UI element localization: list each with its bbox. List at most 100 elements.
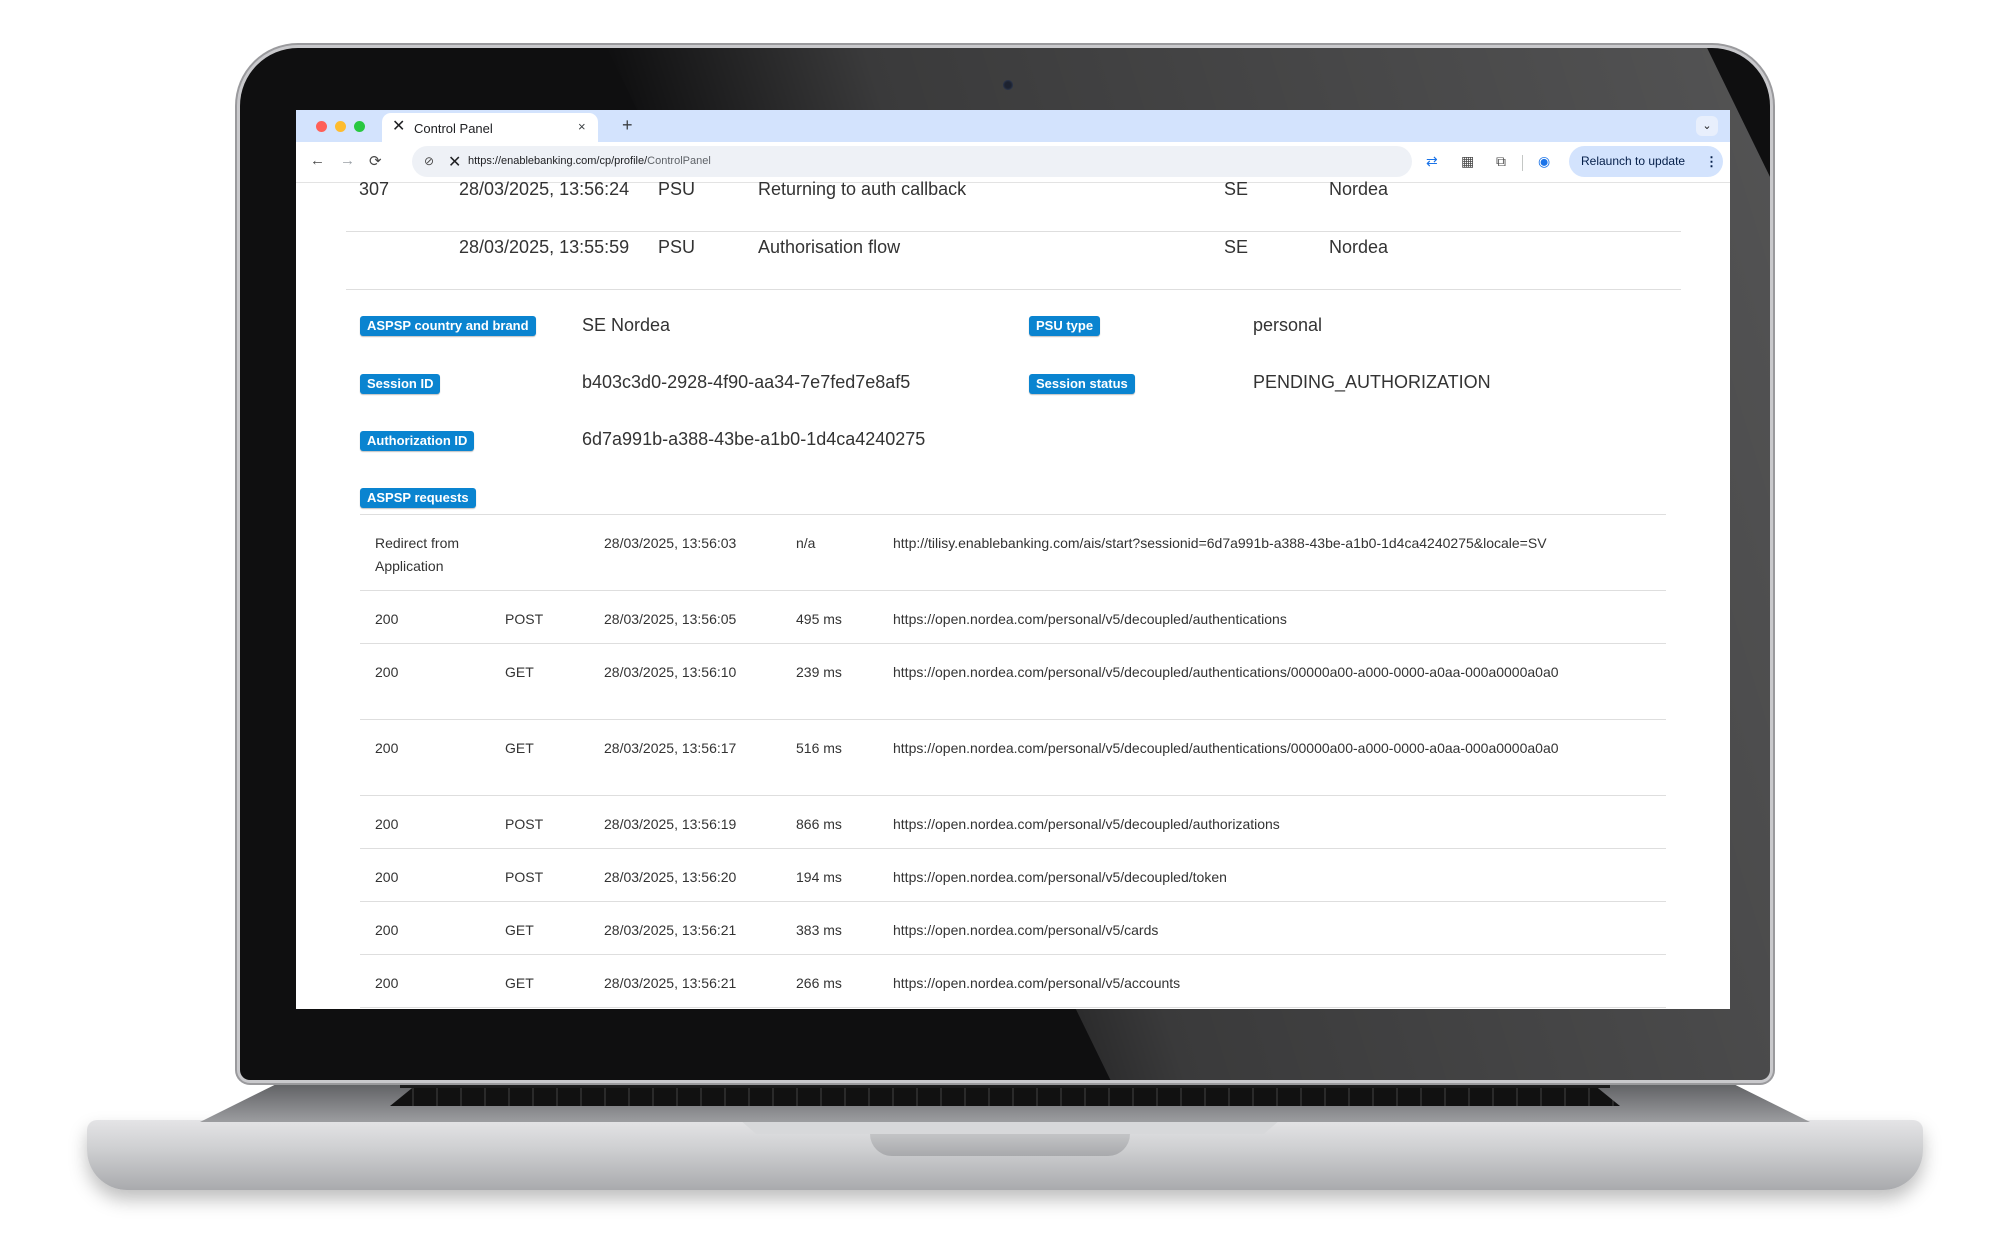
request-duration: 194 ms [796, 869, 842, 885]
laptop-lid-notch [870, 1134, 1130, 1156]
back-arrow-icon[interactable]: ← [310, 152, 325, 169]
table-row[interactable]: 200 GET 28/03/2025, 13:56:10 239 ms http… [360, 644, 1666, 720]
table-row[interactable]: 200 GET 28/03/2025, 13:56:21 383 ms http… [360, 902, 1666, 955]
event-log-row[interactable]: 28/03/2025, 13:55:59 PSU Authorisation f… [346, 231, 1681, 290]
request-method: GET [505, 975, 534, 991]
request-method: GET [505, 922, 534, 938]
request-url: https://open.nordea.com/personal/v5/card… [893, 922, 1159, 938]
request-status: Redirect from Application [375, 535, 460, 574]
laptop-scene: ✕ Control Panel × + ⌄ ← → ⟳ ⊘ ✕ https://… [0, 0, 1999, 1235]
event-time: 28/03/2025, 13:55:59 [459, 237, 630, 257]
close-tab-icon[interactable]: × [578, 119, 586, 134]
request-status: 200 [375, 869, 399, 885]
session-status-label: Session status [1029, 374, 1135, 394]
psu-type-value: personal [1253, 315, 1323, 335]
event-actor: PSU [658, 179, 696, 199]
request-url: http://tilisy.enablebanking.com/ais/star… [893, 535, 1547, 551]
extensions-puzzle-icon[interactable]: ⧉ [1496, 153, 1506, 170]
authorization-id-label: Authorization ID [360, 431, 475, 451]
aspsp-country-brand-value: SE Nordea [582, 315, 671, 335]
profile-avatar-icon[interactable]: ◉ [1538, 153, 1550, 170]
request-status: 200 [375, 740, 399, 756]
request-url: https://open.nordea.com/personal/v5/deco… [893, 611, 1287, 627]
table-row[interactable]: 200 POST 28/03/2025, 13:56:20 194 ms htt… [360, 849, 1666, 902]
new-tab-button[interactable]: + [622, 115, 633, 136]
request-duration: 383 ms [796, 922, 842, 938]
request-status: 200 [375, 611, 399, 627]
request-time: 28/03/2025, 13:56:03 [604, 535, 737, 551]
event-actor: PSU [658, 237, 696, 257]
request-time: 28/03/2025, 13:56:10 [604, 664, 737, 680]
request-time: 28/03/2025, 13:56:17 [604, 740, 737, 756]
request-duration: 866 ms [796, 816, 842, 832]
tab-title: Control Panel [414, 121, 493, 136]
table-row[interactable]: 200 POST 28/03/2025, 13:56:19 866 ms htt… [360, 796, 1666, 849]
event-country: SE [1224, 237, 1249, 257]
request-status: 200 [375, 664, 399, 680]
request-method: POST [505, 869, 544, 885]
aspsp-country-brand-label: ASPSP country and brand [360, 316, 536, 336]
request-duration: 495 ms [796, 611, 842, 627]
event-description: Returning to auth callback [758, 179, 967, 199]
session-id-value: b403c3d0-2928-4f90-aa34-7e7fed7e8af5 [582, 372, 911, 392]
minimize-window-button[interactable] [335, 121, 346, 132]
event-code: 307 [359, 179, 390, 199]
site-info-icon[interactable]: ⊘ [424, 154, 438, 168]
table-row[interactable]: Redirect from Application 28/03/2025, 13… [360, 515, 1666, 591]
translate-icon[interactable]: ⇄ [1426, 153, 1438, 170]
request-url: https://open.nordea.com/personal/v5/deco… [893, 869, 1227, 885]
toolbar-divider [1522, 155, 1523, 171]
request-method: POST [505, 816, 544, 832]
request-url: https://open.nordea.com/personal/v5/deco… [893, 664, 1559, 680]
url-text[interactable]: https://enablebanking.com/cp/profile/Con… [468, 155, 711, 167]
page-content: 307 28/03/2025, 13:56:24 PSU Returning t… [296, 179, 1730, 1009]
x-logo-icon: ✕ [448, 154, 462, 171]
request-url: https://open.nordea.com/personal/v5/deco… [893, 740, 1559, 756]
request-time: 28/03/2025, 13:56:21 [604, 922, 737, 938]
event-description: Authorisation flow [758, 237, 901, 257]
request-duration: 516 ms [796, 740, 842, 756]
request-method: GET [505, 740, 534, 756]
table-row[interactable]: 200 POST 28/03/2025, 13:56:05 495 ms htt… [360, 591, 1666, 644]
close-window-button[interactable] [316, 121, 327, 132]
request-time: 28/03/2025, 13:56:20 [604, 869, 737, 885]
session-status-value: PENDING_AUTHORIZATION [1253, 372, 1491, 392]
request-time: 28/03/2025, 13:56:21 [604, 975, 737, 991]
camera-icon [1003, 80, 1013, 90]
apps-grid-icon[interactable]: ▦ [1461, 153, 1474, 170]
tab-control-panel[interactable]: ✕ Control Panel × [382, 113, 598, 142]
request-time: 28/03/2025, 13:56:05 [604, 611, 737, 627]
keyboard-keys [390, 1086, 1620, 1106]
event-country: SE [1224, 179, 1249, 199]
event-brand: Nordea [1329, 179, 1389, 199]
event-brand: Nordea [1329, 237, 1389, 257]
request-url: https://open.nordea.com/personal/v5/acco… [893, 975, 1181, 991]
reload-icon[interactable]: ⟳ [369, 152, 382, 170]
request-method: POST [505, 611, 544, 627]
request-method: GET [505, 664, 534, 680]
table-row[interactable]: 200 GET 28/03/2025, 13:56:21 266 ms http… [360, 955, 1666, 1008]
request-time: 28/03/2025, 13:56:19 [604, 816, 737, 832]
kebab-menu-icon[interactable]: ⋮ [1705, 146, 1718, 177]
browser-window: ✕ Control Panel × + ⌄ ← → ⟳ ⊘ ✕ https://… [296, 110, 1730, 1009]
forward-arrow-icon[interactable]: → [340, 152, 355, 169]
request-status: 200 [375, 816, 399, 832]
event-time: 28/03/2025, 13:56:24 [459, 179, 630, 199]
tab-bar: ✕ Control Panel × + ⌄ [296, 110, 1730, 142]
request-duration: n/a [796, 535, 816, 551]
aspsp-requests-label: ASPSP requests [360, 488, 476, 508]
aspsp-requests-table: Redirect from Application 28/03/2025, 13… [360, 514, 1666, 1008]
session-id-label: Session ID [360, 374, 441, 394]
request-status: 200 [375, 922, 399, 938]
x-logo-icon: ✕ [392, 118, 406, 135]
tab-search-dropdown-icon[interactable]: ⌄ [1696, 116, 1718, 136]
maximize-window-button[interactable] [354, 121, 365, 132]
event-log-row[interactable]: 307 28/03/2025, 13:56:24 PSU Returning t… [346, 173, 1681, 232]
request-duration: 239 ms [796, 664, 842, 680]
psu-type-label: PSU type [1029, 316, 1101, 336]
request-status: 200 [375, 975, 399, 991]
laptop-front-edge [740, 1120, 1280, 1134]
authorization-id-value: 6d7a991b-a388-43be-a1b0-1d4ca4240275 [582, 429, 926, 449]
request-duration: 266 ms [796, 975, 842, 991]
table-row[interactable]: 200 GET 28/03/2025, 13:56:17 516 ms http… [360, 720, 1666, 796]
